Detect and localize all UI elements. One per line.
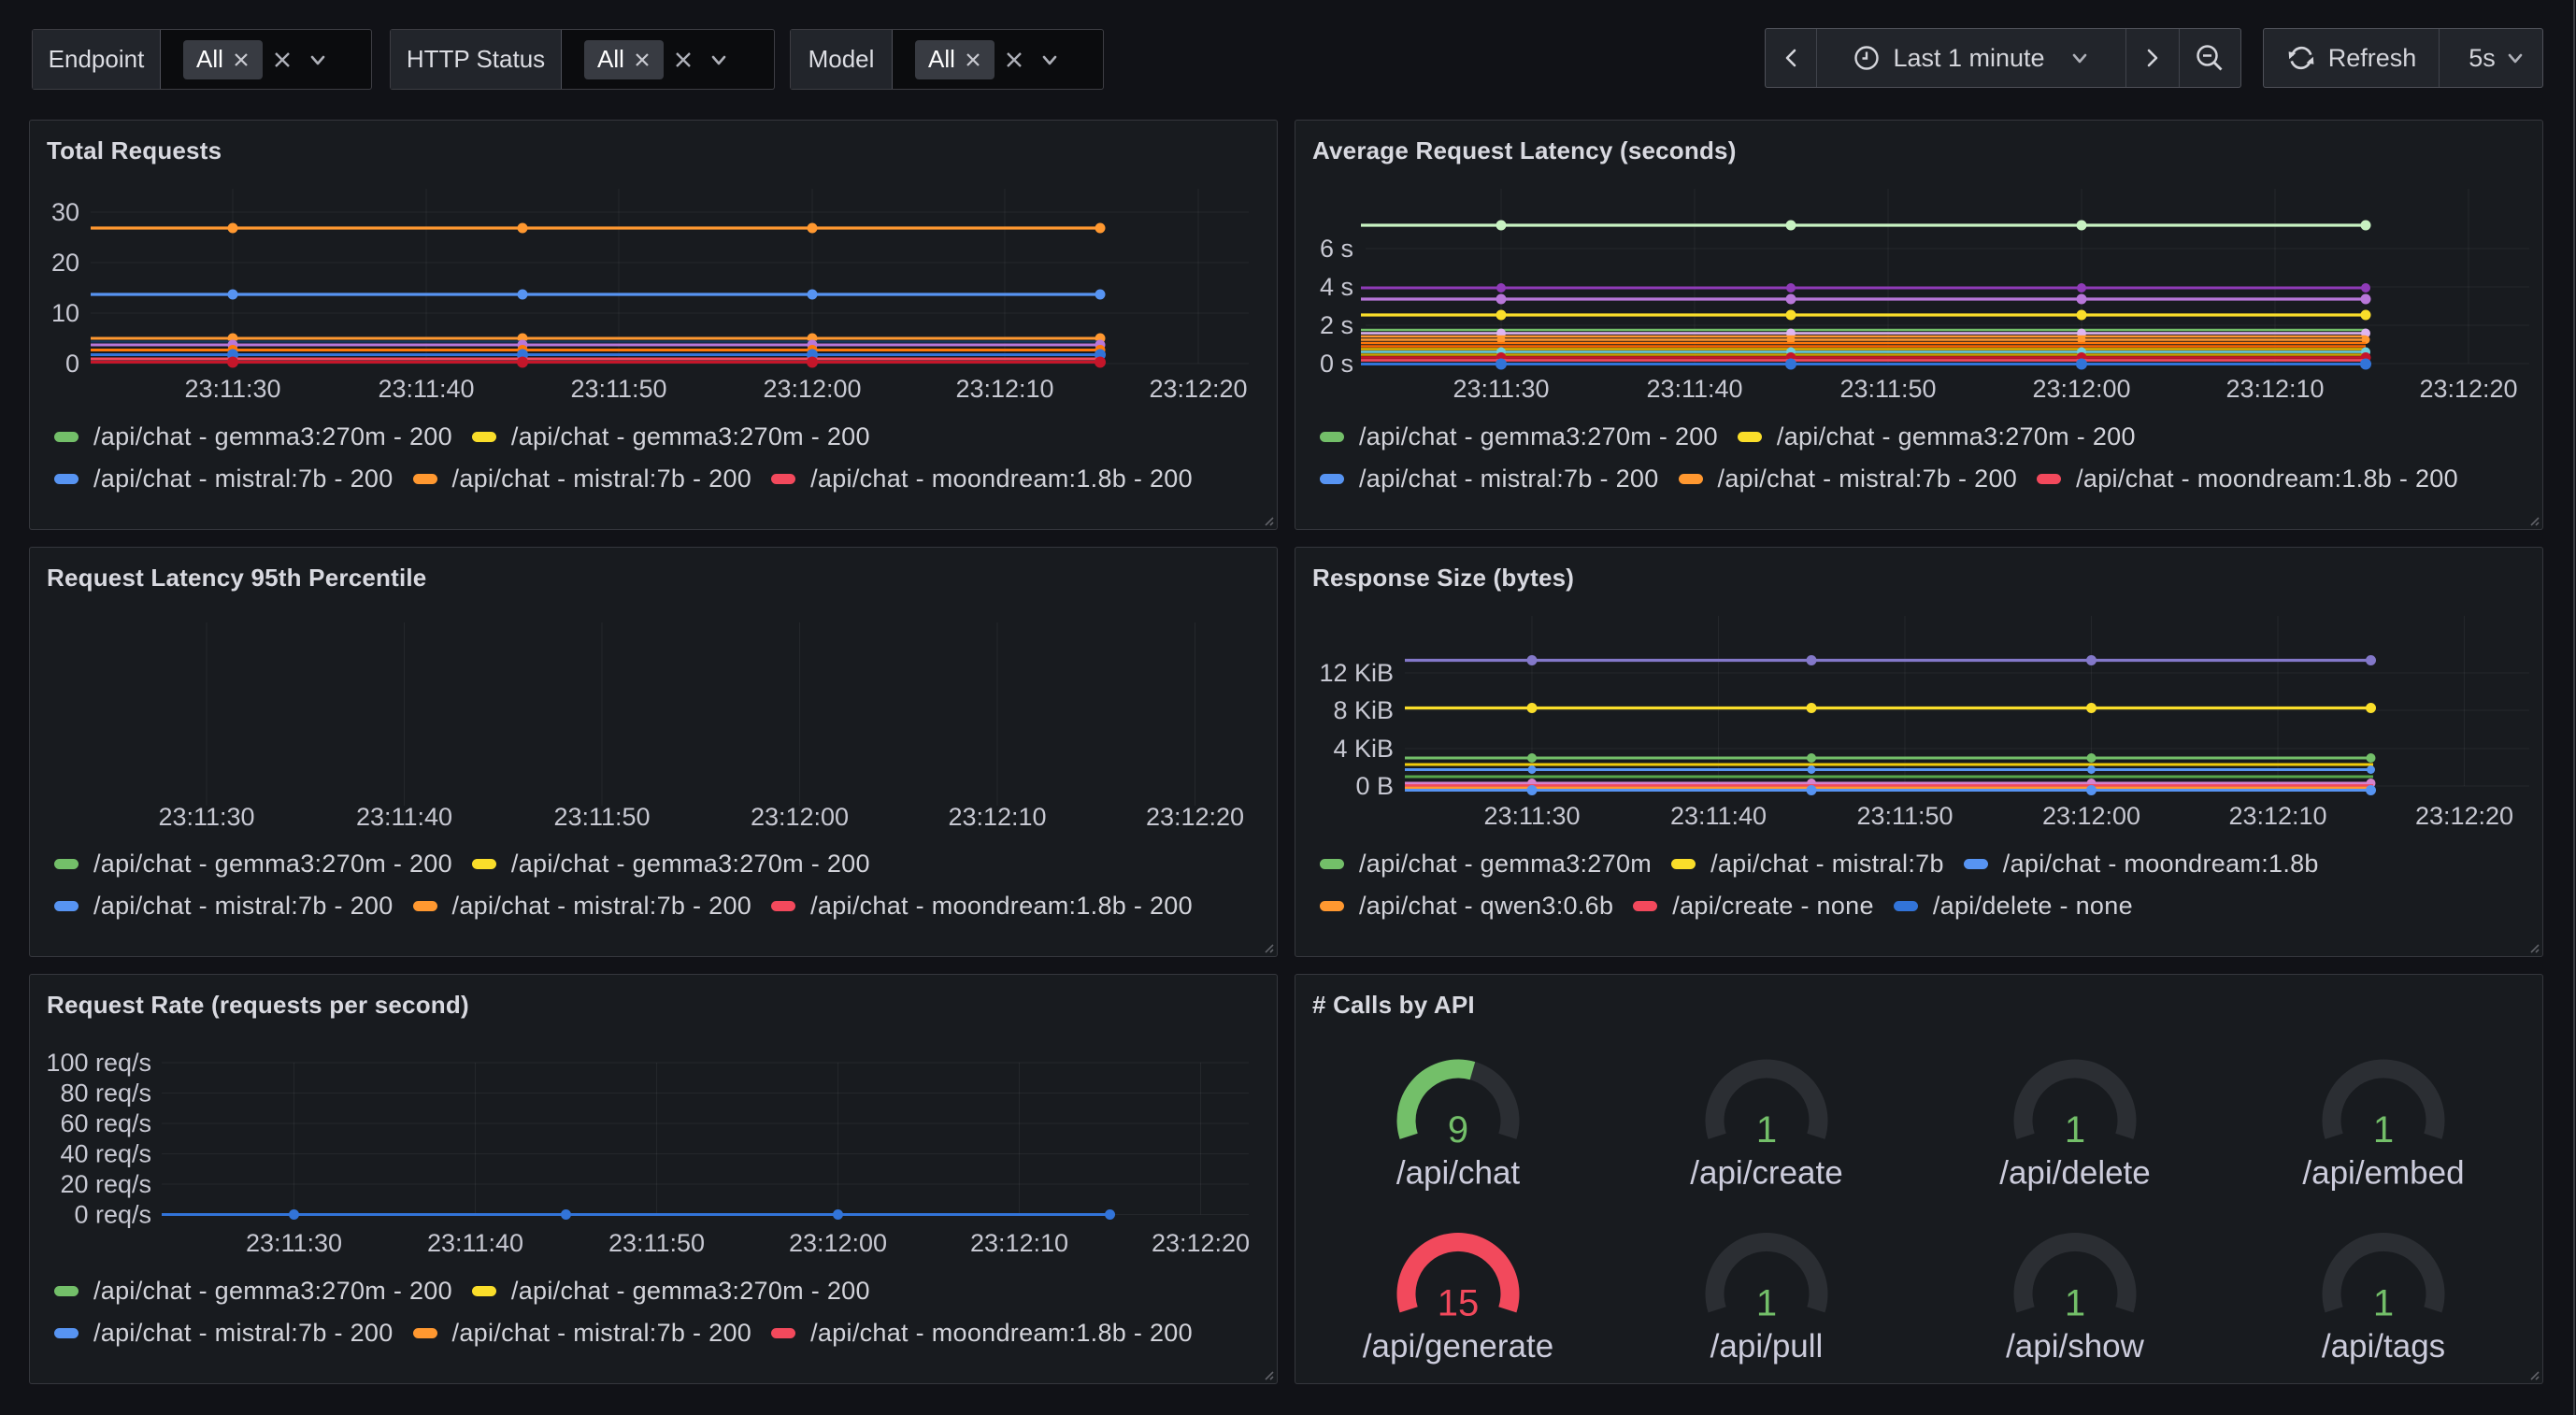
svg-text:23:11:40: 23:11:40 bbox=[378, 375, 474, 403]
svg-text:23:12:20: 23:12:20 bbox=[1146, 803, 1244, 831]
svg-text:23:12:00: 23:12:00 bbox=[2042, 802, 2140, 830]
svg-text:/api/delete: /api/delete bbox=[1999, 1155, 2151, 1192]
svg-text:23:11:40: 23:11:40 bbox=[1646, 375, 1742, 403]
svg-text:30: 30 bbox=[51, 198, 79, 226]
svg-text:23:11:40: 23:11:40 bbox=[1670, 802, 1767, 830]
svg-text:/api/show: /api/show bbox=[2006, 1328, 2145, 1365]
svg-text:23:11:50: 23:11:50 bbox=[1839, 375, 1936, 403]
svg-text:1: 1 bbox=[2065, 1283, 2085, 1324]
svg-text:23:11:30: 23:11:30 bbox=[184, 375, 280, 403]
svg-text:23:12:00: 23:12:00 bbox=[751, 803, 849, 831]
svg-text:20: 20 bbox=[51, 249, 79, 277]
svg-text:23:11:40: 23:11:40 bbox=[427, 1229, 523, 1257]
svg-text:23:12:10: 23:12:10 bbox=[948, 803, 1046, 831]
svg-text:23:11:50: 23:11:50 bbox=[553, 803, 650, 831]
svg-text:/api/create: /api/create bbox=[1690, 1155, 1842, 1192]
svg-text:6 s: 6 s bbox=[1320, 235, 1353, 263]
svg-text:23:12:00: 23:12:00 bbox=[2032, 375, 2130, 403]
svg-text:40 req/s: 40 req/s bbox=[60, 1140, 151, 1168]
svg-text:23:11:50: 23:11:50 bbox=[608, 1229, 705, 1257]
svg-text:23:12:10: 23:12:10 bbox=[970, 1229, 1068, 1257]
svg-text:80 req/s: 80 req/s bbox=[60, 1079, 151, 1108]
svg-text:0 B: 0 B bbox=[1355, 772, 1394, 800]
svg-text:/api/embed: /api/embed bbox=[2302, 1155, 2464, 1192]
svg-text:0: 0 bbox=[65, 350, 79, 378]
svg-text:4 s: 4 s bbox=[1320, 273, 1353, 301]
svg-text:23:12:20: 23:12:20 bbox=[1152, 1229, 1250, 1257]
svg-text:20 req/s: 20 req/s bbox=[60, 1170, 151, 1198]
svg-text:0 s: 0 s bbox=[1320, 350, 1353, 378]
svg-text:23:12:20: 23:12:20 bbox=[2415, 802, 2513, 830]
svg-text:/api/chat: /api/chat bbox=[1396, 1155, 1521, 1192]
svg-text:8 KiB: 8 KiB bbox=[1333, 696, 1394, 724]
svg-text:23:11:30: 23:11:30 bbox=[1453, 375, 1549, 403]
svg-text:10: 10 bbox=[51, 299, 79, 327]
svg-text:0 req/s: 0 req/s bbox=[74, 1201, 151, 1229]
svg-text:23:12:20: 23:12:20 bbox=[1149, 375, 1247, 403]
svg-text:23:12:10: 23:12:10 bbox=[955, 375, 1053, 403]
svg-text:23:11:30: 23:11:30 bbox=[246, 1229, 342, 1257]
svg-text:23:12:00: 23:12:00 bbox=[763, 375, 861, 403]
svg-text:23:11:50: 23:11:50 bbox=[570, 375, 666, 403]
svg-text:4 KiB: 4 KiB bbox=[1333, 735, 1394, 763]
svg-text:60 req/s: 60 req/s bbox=[60, 1109, 151, 1137]
svg-text:23:11:40: 23:11:40 bbox=[356, 803, 452, 831]
svg-text:1: 1 bbox=[2065, 1109, 2085, 1151]
svg-text:15: 15 bbox=[1438, 1283, 1480, 1324]
svg-text:1: 1 bbox=[2373, 1283, 2394, 1324]
svg-text:23:12:10: 23:12:10 bbox=[2225, 375, 2324, 403]
svg-text:23:11:30: 23:11:30 bbox=[158, 803, 254, 831]
svg-text:/api/generate: /api/generate bbox=[1363, 1328, 1553, 1365]
svg-text:23:12:10: 23:12:10 bbox=[2228, 802, 2326, 830]
svg-text:23:12:20: 23:12:20 bbox=[2419, 375, 2517, 403]
svg-text:1: 1 bbox=[1756, 1109, 1777, 1151]
svg-text:/api/pull: /api/pull bbox=[1710, 1328, 1824, 1365]
svg-text:23:12:00: 23:12:00 bbox=[789, 1229, 887, 1257]
svg-text:/api/tags: /api/tags bbox=[2322, 1328, 2445, 1365]
svg-text:100 req/s: 100 req/s bbox=[46, 1049, 151, 1077]
svg-text:9: 9 bbox=[1448, 1109, 1468, 1151]
svg-text:1: 1 bbox=[1756, 1283, 1777, 1324]
svg-text:2 s: 2 s bbox=[1320, 311, 1353, 339]
svg-text:12 KiB: 12 KiB bbox=[1319, 659, 1394, 687]
svg-text:23:11:50: 23:11:50 bbox=[1856, 802, 1953, 830]
svg-text:23:11:30: 23:11:30 bbox=[1483, 802, 1580, 830]
svg-text:1: 1 bbox=[2373, 1109, 2394, 1151]
